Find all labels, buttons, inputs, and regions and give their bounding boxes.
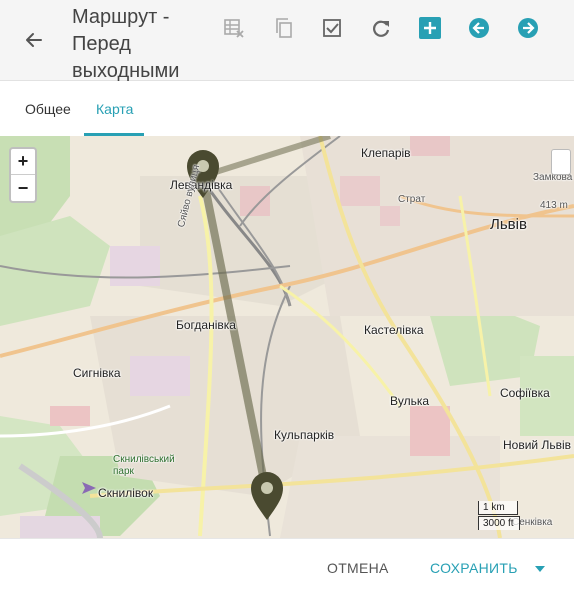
place-label: Скнилівок [98, 486, 154, 500]
scale-metric: 1 km [478, 501, 518, 515]
refresh-icon[interactable] [367, 14, 395, 42]
place-label: Сигнівка [73, 366, 121, 380]
arrow-right-circle-icon[interactable] [514, 14, 542, 42]
checkbox-icon[interactable] [318, 14, 346, 42]
place-label: Страт [398, 194, 426, 205]
arrow-left-circle-icon[interactable] [465, 14, 493, 42]
tab-general[interactable]: Общее [25, 101, 71, 117]
dialog-footer: ОТМЕНА СОХРАНИТЬ [0, 538, 574, 595]
scale-imperial: 3000 ft [478, 516, 520, 530]
place-label: Клепарів [361, 146, 411, 160]
toolbar: Маршрут - Перед выходными [0, 0, 574, 82]
table-delete-icon[interactable] [220, 14, 248, 42]
zoom-out-button[interactable]: − [11, 175, 35, 201]
place-label: Львів [490, 216, 527, 233]
route-end-marker [251, 472, 283, 520]
back-arrow-icon[interactable] [20, 26, 48, 54]
place-label: Новий Львів [503, 438, 571, 452]
place-label: Скнилівський парк [113, 454, 175, 477]
place-label: 413 m [540, 200, 568, 211]
place-label: Софіївка [500, 386, 550, 400]
plus-square-icon[interactable] [416, 14, 444, 42]
place-label: Вулька [390, 394, 430, 408]
place-label: Левандівка [170, 178, 233, 192]
map-layer-toggle[interactable] [551, 149, 571, 175]
tab-bar: Общее Карта [0, 81, 574, 136]
place-label: Кастелівка [364, 323, 424, 337]
map-view[interactable]: Левандівка Клепарів Страт Замкова гора 4… [0, 136, 574, 538]
map-scale: 1 km 3000 ft [478, 501, 520, 530]
copy-icon[interactable] [270, 14, 298, 42]
place-label: Богданівка [176, 318, 236, 332]
caret-down-icon[interactable] [532, 561, 548, 577]
zoom-control: + − [9, 147, 37, 203]
save-button[interactable]: СОХРАНИТЬ [430, 560, 518, 576]
page-title: Маршрут - Перед выходными [72, 6, 180, 82]
place-label: Кульпарків [274, 428, 335, 442]
tab-map[interactable]: Карта [96, 101, 133, 117]
map-tiles [0, 136, 574, 538]
zoom-in-button[interactable]: + [11, 149, 35, 175]
cancel-button[interactable]: ОТМЕНА [327, 560, 389, 576]
